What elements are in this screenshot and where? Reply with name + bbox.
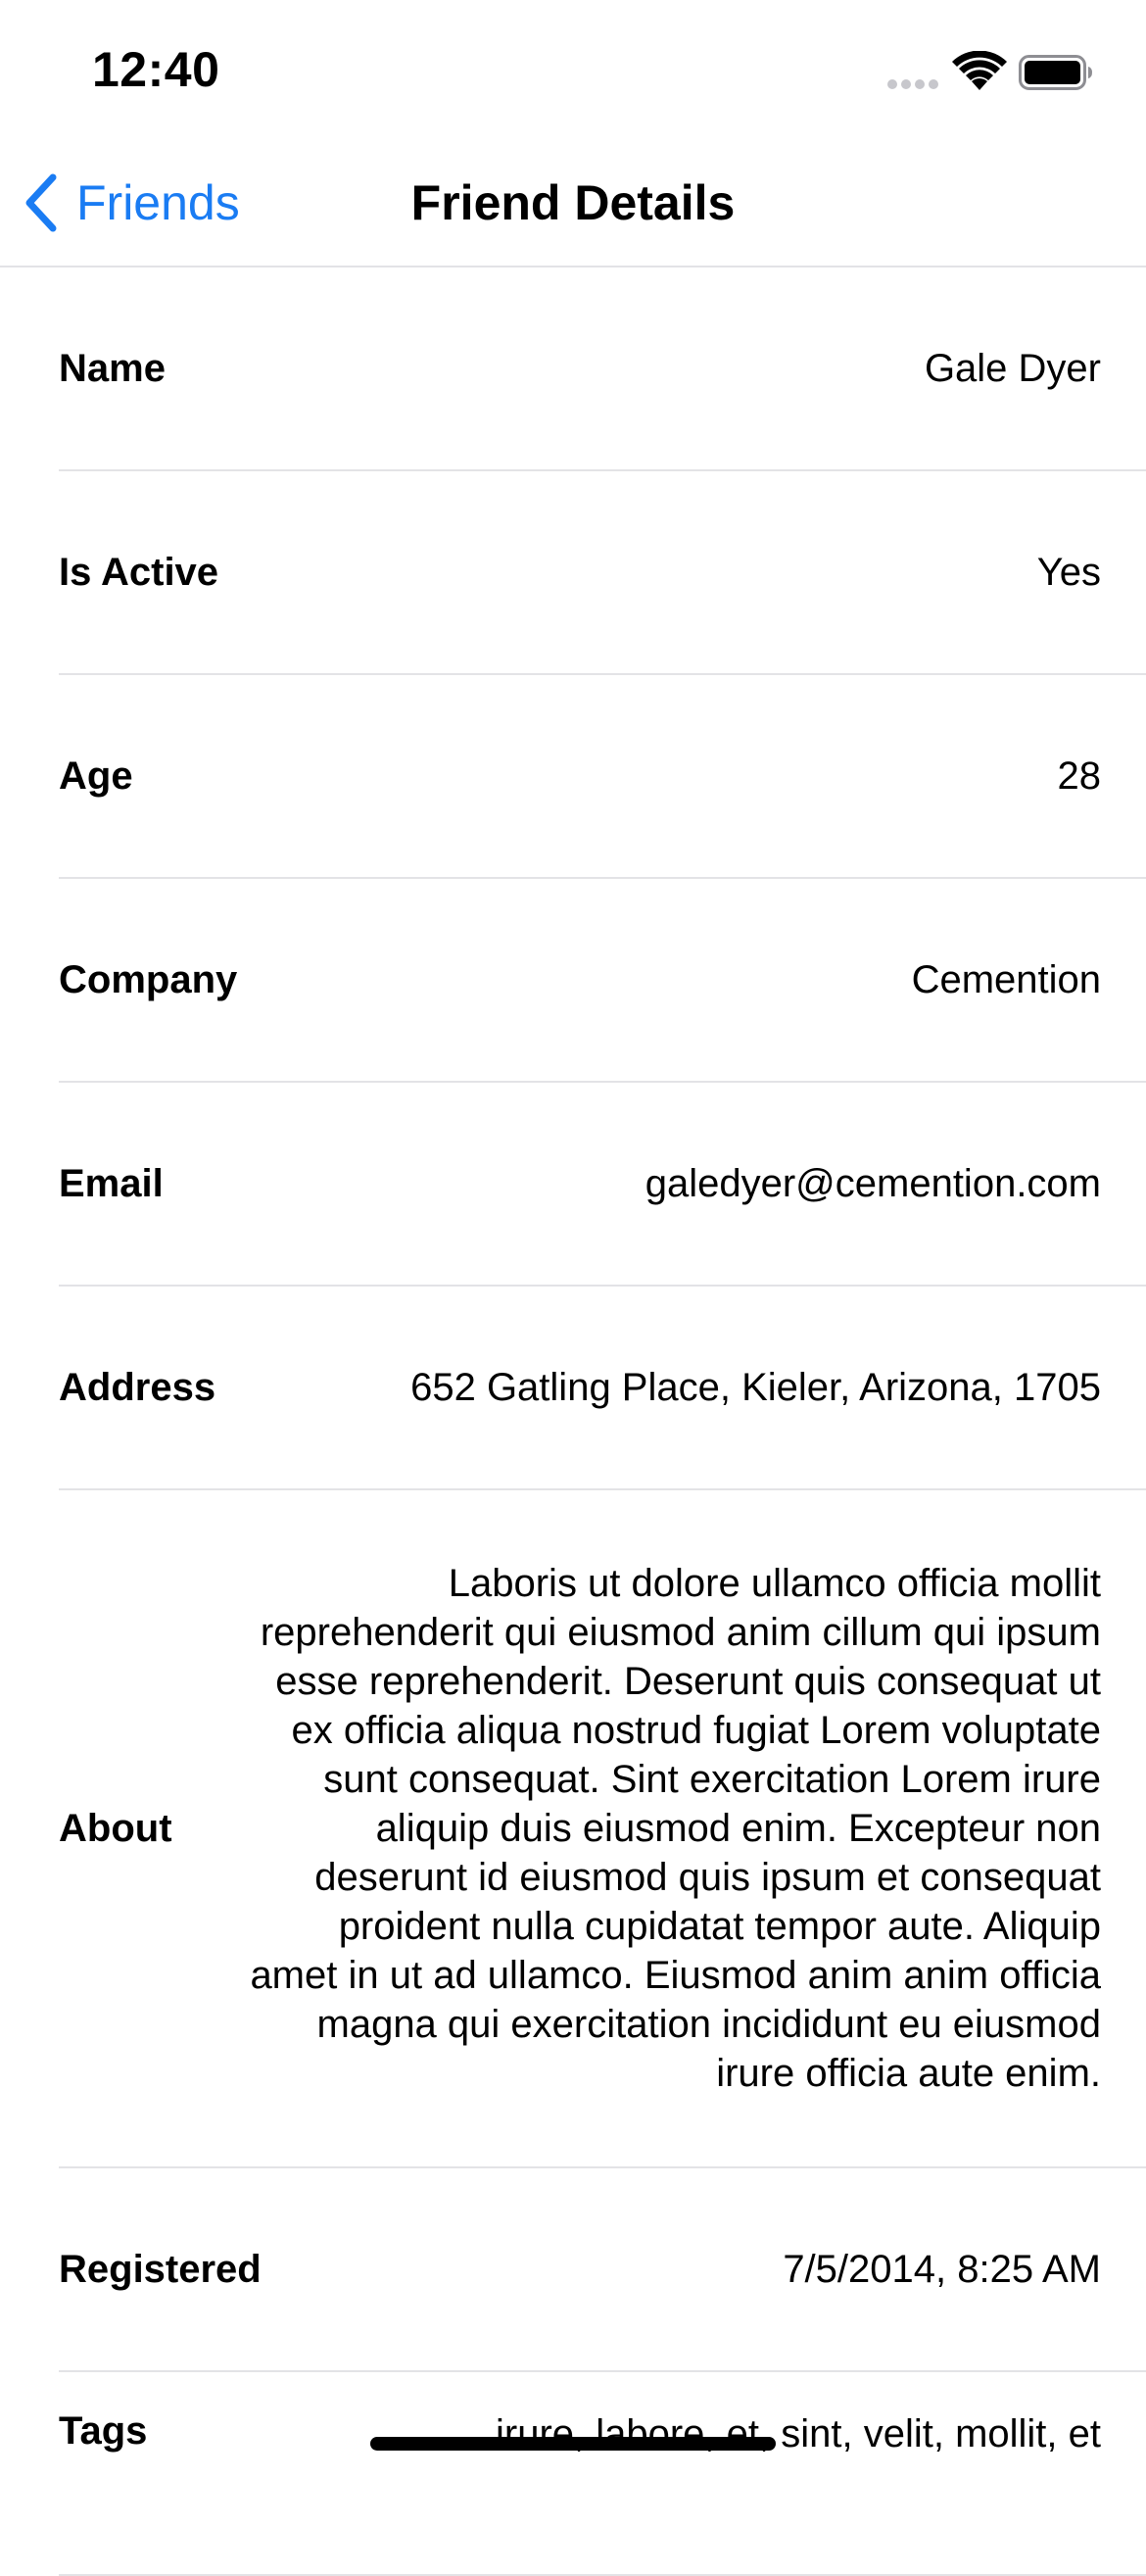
status-time: 12:40 (92, 42, 220, 97)
row-value: irure, labore, et, sint, velit, mollit, … (495, 2412, 1101, 2455)
row-value: Yes (1036, 551, 1101, 594)
home-indicator[interactable] (370, 2437, 776, 2451)
detail-row-about: About Laboris ut dolore ullamco officia … (59, 1490, 1146, 2168)
detail-row-tags: Tags irure, labore, et, sint, velit, mol… (59, 2372, 1146, 2576)
row-value: Laboris ut dolore ullamco officia mollit… (250, 1562, 1101, 2095)
row-label: Email (59, 1161, 164, 1205)
friend-details-list: Name Gale Dyer Is Active Yes Age 28 Comp… (0, 267, 1146, 2576)
chevron-left-icon (25, 173, 57, 232)
row-value: 28 (1057, 754, 1102, 798)
back-button[interactable]: Friends (22, 169, 240, 237)
detail-row-address: Address 652 Gatling Place, Kieler, Arizo… (59, 1287, 1146, 1490)
detail-row-company: Company Cemention (59, 879, 1146, 1083)
row-label: Company (59, 957, 238, 1001)
signal-icon (887, 79, 938, 89)
detail-row-name: Name Gale Dyer (59, 267, 1146, 471)
row-label: Registered (59, 2247, 262, 2291)
row-label: Name (59, 346, 166, 390)
detail-row-email: Email galedyer@cemention.com (59, 1083, 1146, 1287)
detail-row-age: Age 28 (59, 675, 1146, 879)
row-value: galedyer@cemention.com (645, 1162, 1101, 1205)
battery-icon (1019, 55, 1092, 90)
row-label: Address (59, 1365, 216, 1409)
row-label: About (59, 1806, 172, 1850)
back-button-label: Friends (76, 175, 240, 230)
detail-row-is-active: Is Active Yes (59, 471, 1146, 675)
row-value: Cemention (911, 958, 1101, 1001)
row-value: 652 Gatling Place, Kieler, Arizona, 1705 (410, 1366, 1101, 1409)
row-label: Age (59, 753, 133, 798)
row-value: 7/5/2014, 8:25 AM (783, 2248, 1101, 2291)
row-label: Tags (59, 2409, 148, 2453)
wifi-icon (952, 51, 1007, 90)
row-label: Is Active (59, 550, 219, 594)
status-bar: 12:40 (0, 0, 1146, 137)
navigation-bar: Friend Details Friends (0, 137, 1146, 267)
row-value: Gale Dyer (924, 347, 1101, 390)
detail-row-registered: Registered 7/5/2014, 8:25 AM (59, 2168, 1146, 2372)
